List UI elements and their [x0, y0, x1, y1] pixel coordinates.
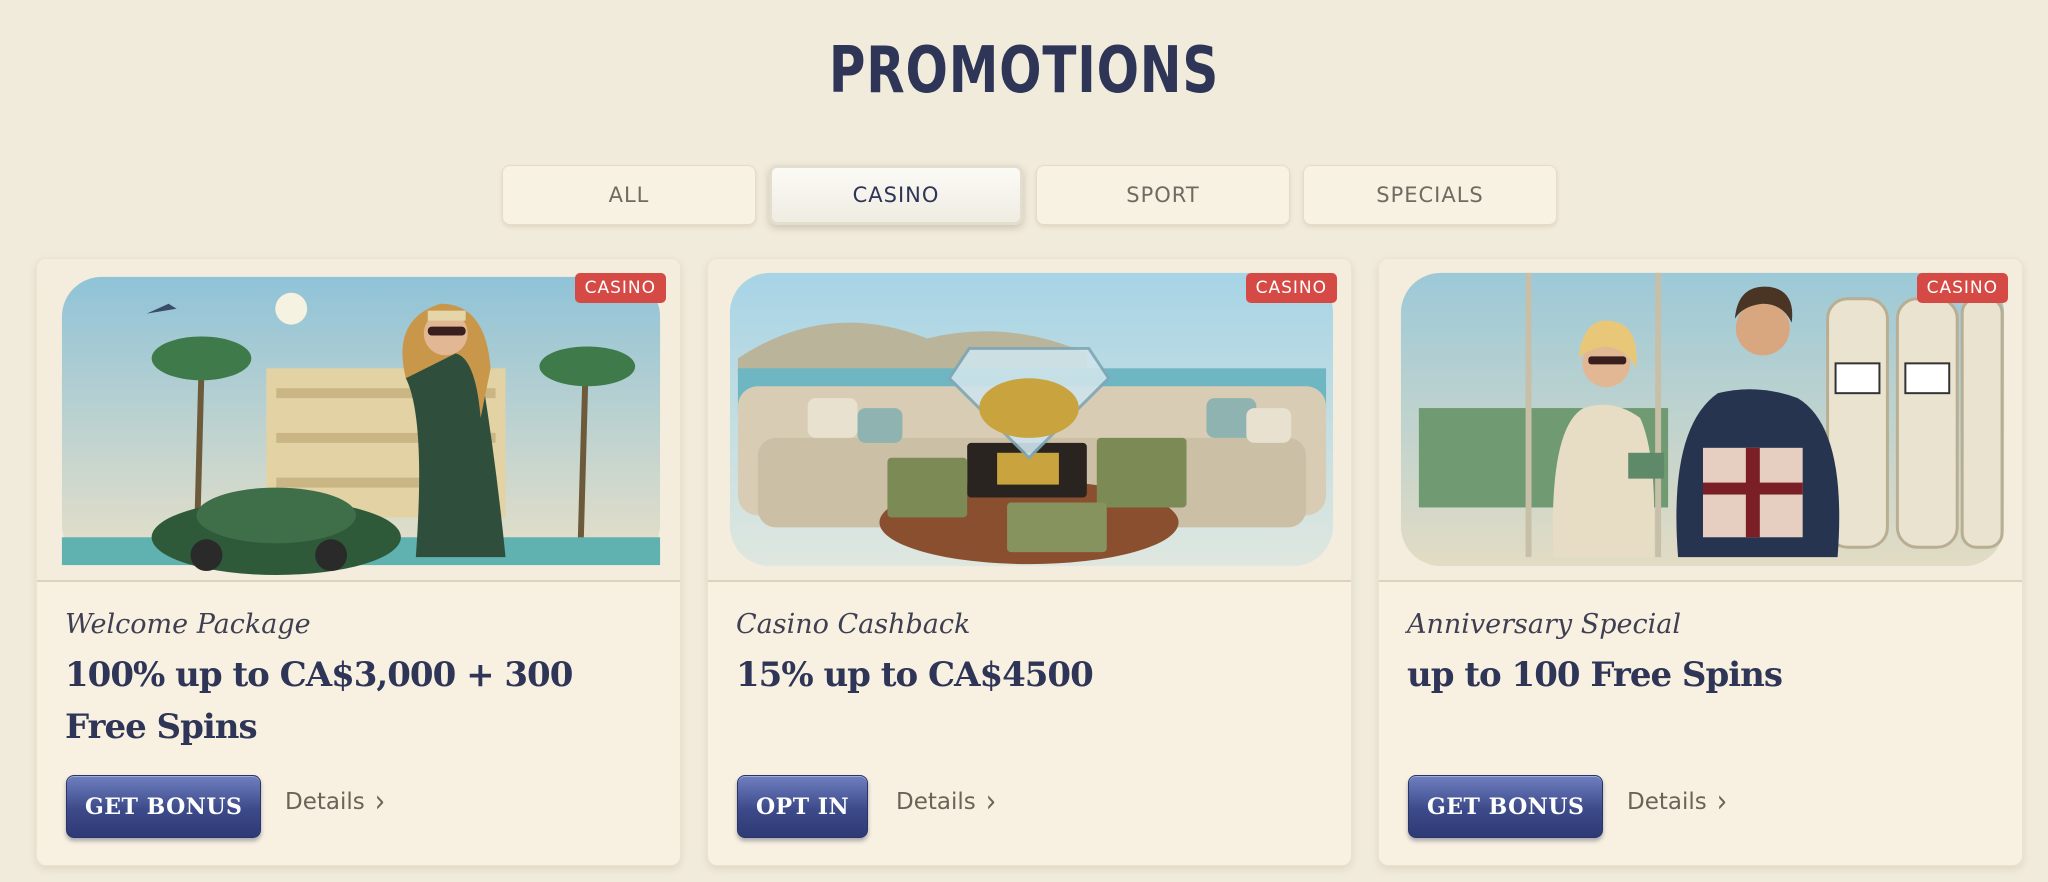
get-bonus-button[interactable]: GET BONUS [1408, 775, 1604, 838]
promo-headline: 15% up to CA$4500 [736, 655, 1094, 695]
page-title: PROMOTIONS [828, 34, 1220, 108]
details-link[interactable]: Details › [285, 784, 386, 820]
details-label: Details [1627, 789, 1707, 815]
promo-subtitle: Casino Cashback [736, 609, 971, 640]
promo-image-cashback: CASINO [708, 259, 1351, 582]
promo-subtitle: Anniversary Special [1407, 609, 1681, 640]
promo-headline: 100% up to CA$3,000 + 300 Free Spins [65, 655, 573, 747]
details-label: Details [896, 789, 976, 815]
get-bonus-button[interactable]: GET BONUS [66, 775, 262, 838]
details-label: Details [285, 789, 365, 815]
chevron-right-icon: › [985, 784, 997, 820]
promo-card-cashback: CASINO Casino Cashback 15% up to CA$4500… [707, 258, 1352, 866]
tab-sport[interactable]: SPORT [1036, 165, 1290, 225]
tab-specials[interactable]: SPECIALS [1303, 165, 1557, 225]
opt-in-button[interactable]: OPT IN [737, 775, 869, 838]
details-link[interactable]: Details › [896, 784, 997, 820]
details-link[interactable]: Details › [1627, 784, 1728, 820]
promo-headline: up to 100 Free Spins [1407, 655, 1783, 695]
category-badge: CASINO [1916, 273, 2008, 303]
chevron-right-icon: › [1716, 784, 1728, 820]
tab-casino[interactable]: CASINO [769, 165, 1023, 225]
promo-image-anniversary: CASINO [1379, 259, 2022, 582]
tab-all[interactable]: ALL [502, 165, 756, 225]
promo-card-welcome: CASINO Welcome Package 100% up to CA$3,0… [36, 258, 681, 866]
promo-subtitle: Welcome Package [65, 609, 311, 640]
category-badge: CASINO [1245, 273, 1337, 303]
category-badge: CASINO [574, 273, 666, 303]
promo-card-anniversary: CASINO Anniversary Special up to 100 Fre… [1378, 258, 2023, 866]
promo-image-welcome: CASINO [37, 259, 680, 582]
promo-card-list: CASINO Welcome Package 100% up to CA$3,0… [36, 258, 2023, 866]
promo-filter-tabs: ALL CASINO SPORT SPECIALS [502, 165, 1557, 225]
chevron-right-icon: › [374, 784, 386, 820]
